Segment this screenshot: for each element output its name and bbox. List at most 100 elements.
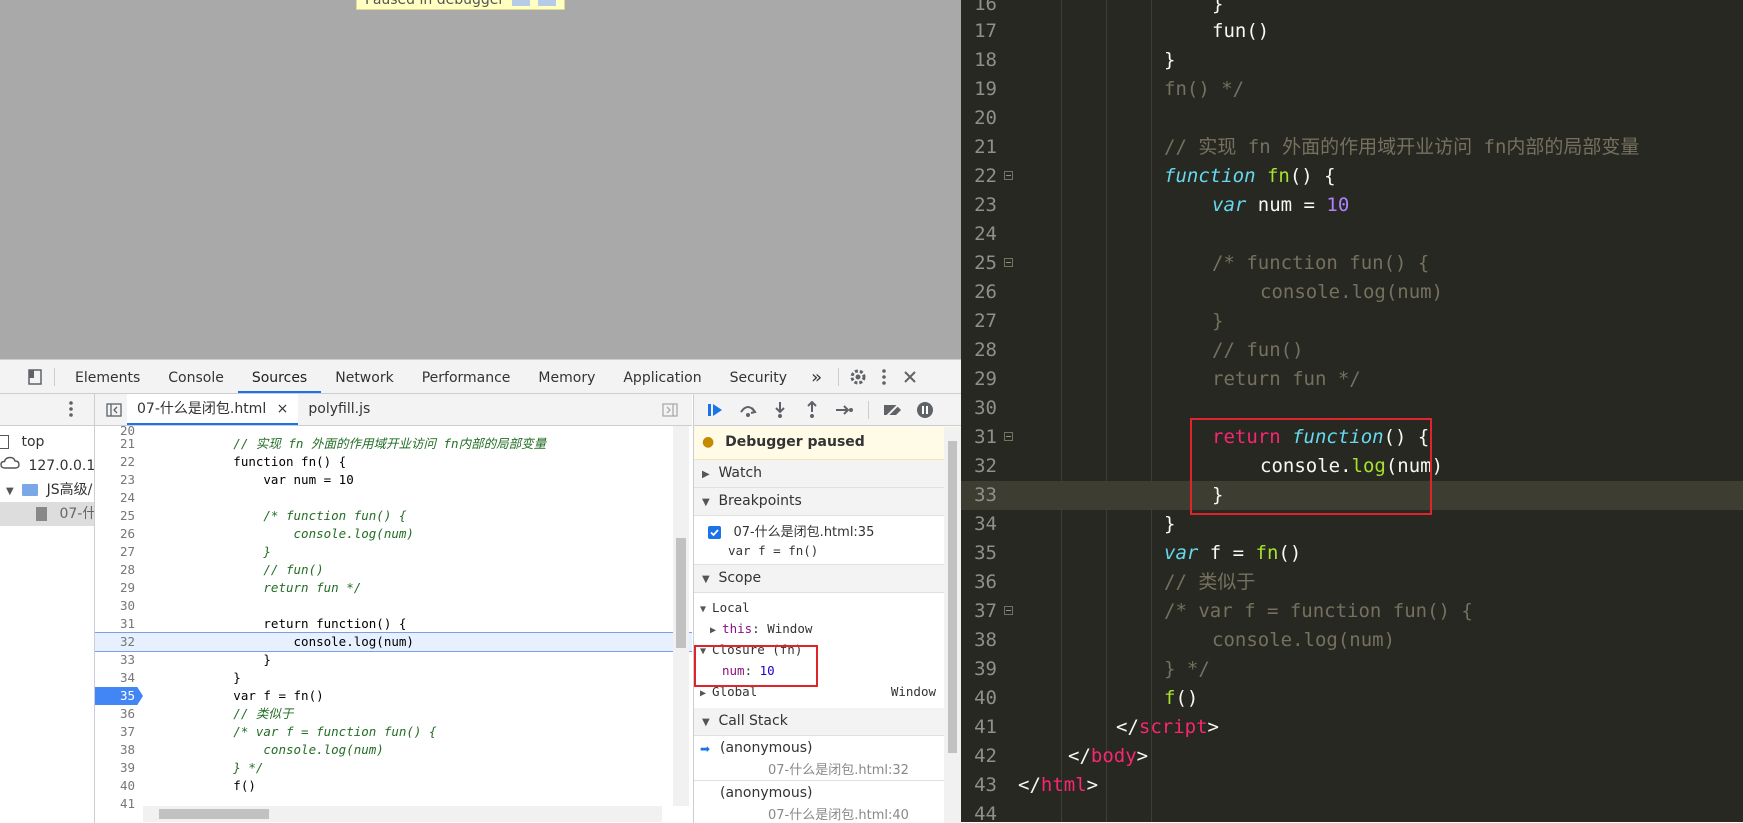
line-number[interactable]: 21: [95, 435, 143, 453]
ide-line[interactable]: 26 console.log(num): [961, 278, 1743, 307]
line-number[interactable]: 37: [95, 723, 143, 741]
line-number[interactable]: 39: [95, 759, 143, 777]
line-number[interactable]: 36: [95, 705, 143, 723]
line-number[interactable]: 20: [95, 426, 143, 435]
ide-line[interactable]: 23 var num = 10: [961, 191, 1743, 220]
line-number[interactable]: 22: [95, 453, 143, 471]
fold-toggle-icon[interactable]: [1004, 171, 1013, 180]
line-number[interactable]: 40: [95, 777, 143, 795]
tab-application[interactable]: Application: [609, 360, 715, 393]
ide-line[interactable]: 25 /* function fun() {: [961, 249, 1743, 278]
code-line[interactable]: 21 // 实现 fn 外面的作用域开业访问 fn内部的局部变量: [95, 435, 692, 453]
settings-gear-icon[interactable]: [845, 364, 871, 390]
ide-line[interactable]: 36 // 类似于: [961, 568, 1743, 597]
code-line[interactable]: 28 // fun(): [95, 561, 692, 579]
line-number[interactable]: 32: [95, 633, 143, 651]
section-breakpoints[interactable]: ▼ Breakpoints: [694, 488, 962, 516]
breakpoint-checkbox[interactable]: [708, 525, 721, 539]
code-line[interactable]: 26 console.log(num): [95, 525, 692, 543]
line-number[interactable]: 33: [95, 651, 143, 669]
resume-icon[interactable]: [702, 398, 730, 422]
fold-toggle-icon[interactable]: [1004, 606, 1013, 615]
section-watch[interactable]: ▶ Watch: [694, 460, 962, 488]
ide-line[interactable]: 38 console.log(num): [961, 626, 1743, 655]
ide-line[interactable]: 43 </html>: [961, 771, 1743, 800]
code-line[interactable]: 34 }: [95, 669, 692, 687]
code-line[interactable]: 25 /* function fun() {: [95, 507, 692, 525]
section-scope[interactable]: ▼ Scope: [694, 565, 962, 593]
file-tab-polyfill[interactable]: polyfill.js: [298, 394, 380, 425]
pause-on-exceptions-icon[interactable]: [911, 398, 939, 422]
line-number[interactable]: 41: [95, 795, 143, 813]
step-icon[interactable]: [830, 398, 858, 422]
code-line[interactable]: 40 f(): [95, 777, 692, 795]
ide-line[interactable]: 22 function fn() {: [961, 162, 1743, 191]
current-execution-line[interactable]: 32 console.log(num): [95, 632, 692, 652]
deactivate-breakpoints-icon[interactable]: [879, 398, 907, 422]
ide-line[interactable]: 18}: [961, 46, 1743, 75]
code-area[interactable]: 20 21 // 实现 fn 外面的作用域开业访问 fn内部的局部变量 22 f…: [95, 426, 692, 811]
scope-this[interactable]: ▶ this: Window: [694, 618, 962, 639]
resume-icon[interactable]: [512, 0, 531, 6]
tree-item-top[interactable]: top: [0, 430, 94, 454]
breakpoint-item[interactable]: 07-什么是闭包.html:35 var f = fn(): [694, 516, 962, 565]
file-tab-active[interactable]: 07-什么是闭包.html ×: [127, 394, 299, 425]
line-number[interactable]: 25: [95, 507, 143, 525]
tab-sources[interactable]: Sources: [237, 360, 322, 393]
line-number[interactable]: 38: [95, 741, 143, 759]
scope-local[interactable]: ▼ Local: [694, 597, 962, 618]
ide-line[interactable]: 19 fn() */: [961, 75, 1743, 104]
navigator-menu-icon[interactable]: [68, 400, 74, 422]
inspect-element-icon[interactable]: [0, 364, 22, 390]
code-line[interactable]: 31 return function() {: [95, 615, 692, 633]
breakpoint-line[interactable]: 35 var f = fn(): [95, 687, 692, 705]
step-into-icon[interactable]: [766, 398, 794, 422]
code-line[interactable]: 27 }: [95, 543, 692, 561]
frame-location[interactable]: 07-什么是闭包.html:40: [768, 804, 909, 823]
editor-horizontal-scrollbar[interactable]: [143, 806, 662, 822]
ide-line[interactable]: 21 // 实现 fn 外面的作用域开业访问 fn内部的局部变量: [961, 133, 1743, 162]
tree-item-folder[interactable]: ▼ JS高级/: [0, 478, 94, 502]
code-line[interactable]: 20: [95, 426, 692, 435]
line-number[interactable]: 34: [95, 669, 143, 687]
code-line[interactable]: 22 function fn() {: [95, 453, 692, 471]
more-tabs-button[interactable]: »: [801, 360, 832, 393]
call-frame[interactable]: (anonymous) 07-什么是闭包.html:40: [694, 781, 962, 823]
ide-line[interactable]: 41 </script>: [961, 713, 1743, 742]
line-number[interactable]: 24: [95, 489, 143, 507]
scrollbar-thumb[interactable]: [676, 538, 686, 648]
ide-line[interactable]: 39} */: [961, 655, 1743, 684]
code-line[interactable]: 37 /* var f = function fun() {: [95, 723, 692, 741]
fold-toggle-icon[interactable]: [1004, 258, 1013, 267]
scrollbar-thumb[interactable]: [159, 809, 269, 819]
ide-line[interactable]: 40 f(): [961, 684, 1743, 713]
toggle-debugger-icon[interactable]: [657, 397, 683, 423]
close-devtools-icon[interactable]: [897, 364, 923, 390]
tree-item-origin[interactable]: 127.0.0.1:8: [0, 454, 94, 478]
ide-line[interactable]: 29 return fun */: [961, 365, 1743, 394]
code-line[interactable]: 33 }: [95, 651, 692, 669]
tab-performance[interactable]: Performance: [408, 360, 525, 393]
ide-line[interactable]: 44: [961, 800, 1743, 822]
code-line[interactable]: 30: [95, 597, 692, 615]
editor-vertical-scrollbar[interactable]: [673, 426, 689, 806]
code-line[interactable]: 36 // 类似于: [95, 705, 692, 723]
line-number[interactable]: 23: [95, 471, 143, 489]
code-line[interactable]: 24: [95, 489, 692, 507]
step-over-icon[interactable]: [538, 0, 557, 6]
fold-toggle-icon[interactable]: [1004, 432, 1013, 441]
section-call-stack[interactable]: ▼ Call Stack: [694, 708, 962, 736]
call-frame-current[interactable]: ➡ (anonymous) 07-什么是闭包.html:32: [694, 736, 962, 781]
frame-location[interactable]: 07-什么是闭包.html:32: [768, 759, 909, 778]
tab-network[interactable]: Network: [321, 360, 407, 393]
line-number[interactable]: 30: [95, 597, 143, 615]
breakpoint-marker[interactable]: 35: [95, 687, 143, 705]
code-line[interactable]: 39 } */: [95, 759, 692, 777]
ide-line[interactable]: 35 var f = fn(): [961, 539, 1743, 568]
ide-line[interactable]: 27}: [961, 307, 1743, 336]
ide-line[interactable]: 17 fun(): [961, 17, 1743, 46]
code-line[interactable]: 38 console.log(num): [95, 741, 692, 759]
line-number[interactable]: 26: [95, 525, 143, 543]
tree-item-file[interactable]: 07-什: [0, 502, 94, 526]
ide-line[interactable]: 24: [961, 220, 1743, 249]
